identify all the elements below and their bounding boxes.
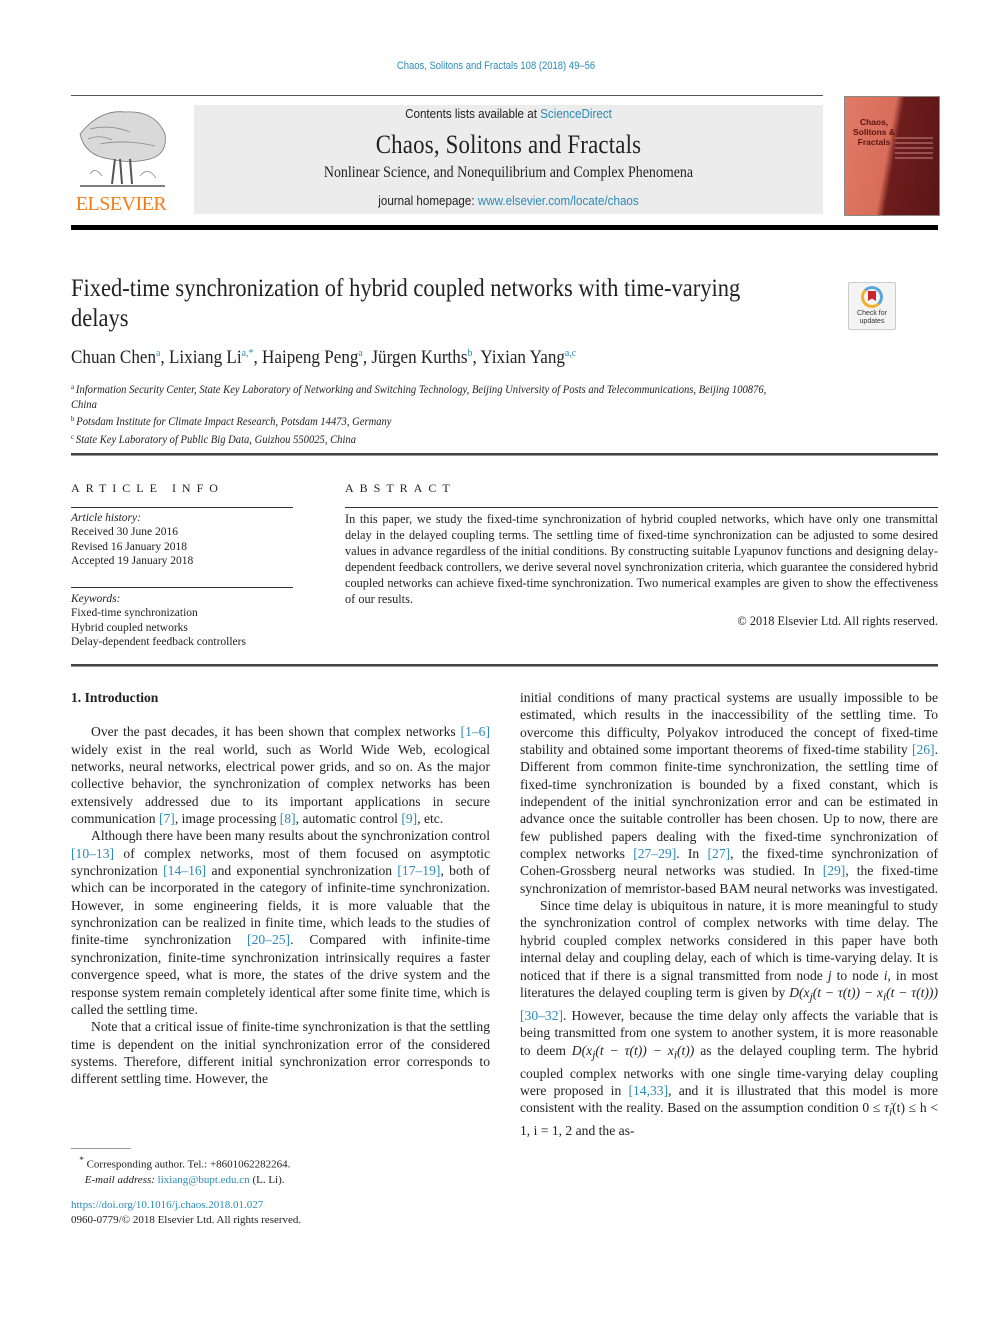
journal-cover-image[interactable]: Chaos, Solitons & Fractals [844,96,940,216]
affiliation: b Potsdam Institute for Climate Impact Re… [71,414,392,428]
citation-link[interactable]: [29] [823,863,846,878]
contents-line: Contents lists available at ScienceDirec… [405,107,612,121]
history-item: Received 30 June 2016 [71,526,178,539]
equation: D(xj(t − τ(t)) − xi(t)) [571,1042,695,1062]
affiliation: c State Key Laboratory of Public Big Data… [71,431,356,446]
equation: D(xj(t − τ(t)) − xi(t − τ(t))) [789,984,938,1004]
bookmark-icon [861,286,883,308]
author[interactable]: Chuan Chena [71,347,160,368]
doi-block: https://doi.org/10.1016/j.chaos.2018.01.… [71,1198,301,1228]
abstract-copyright: © 2018 Elsevier Ltd. All rights reserved… [737,614,938,628]
divider [71,507,293,508]
tree-icon [79,111,166,187]
citation-link[interactable]: [10–13] [71,846,114,861]
body-column-left: 1. Introduction Over the past decades, i… [71,689,490,1088]
history-item: Accepted 19 January 2018 [71,554,194,567]
section-heading: 1. Introduction [71,690,159,705]
journal-subtitle: Nonlinear Science, and Nonequilibrium an… [323,164,694,181]
author[interactable]: Haipeng Penga [262,347,363,368]
keyword: Delay-dependent feedback controllers [71,635,246,648]
article-history: Article history: Received 30 June 2016 R… [71,512,194,567]
journal-masthead: Contents lists available at ScienceDirec… [194,105,823,214]
footnote-rule [71,1148,131,1149]
journal-name: Chaos, Solitons and Fractals [375,130,642,159]
homepage-link[interactable]: www.elsevier.com/locate/chaos [478,194,639,208]
citation-link[interactable]: [1–6] [461,724,490,739]
citation-link[interactable]: [17–19] [397,863,440,878]
section-divider [71,453,938,456]
citation-link[interactable]: [7] [159,811,175,826]
cover-decoration [895,137,933,162]
divider [345,507,938,508]
citation-link[interactable]: [27–29] [633,846,676,861]
citation-link[interactable]: [30–32] [520,1008,563,1023]
footnote: * Corresponding author. Tel.: +860106228… [79,1155,291,1187]
issn-copyright: 0960-0779/© 2018 Elsevier Ltd. All right… [71,1214,302,1226]
keyword: Fixed-time synchronization [71,607,198,620]
article-title: Fixed-time synchronization of hybrid cou… [71,275,741,332]
check-updates-label: Check for updates [857,310,887,325]
section-divider [71,664,938,667]
divider [71,587,293,588]
abstract-text: In this paper, we study the fixed-time s… [345,512,938,607]
history-item: Revised 16 January 2018 [71,540,187,553]
citation-link[interactable]: Chaos, Solitons and Fractals 108 (2018) … [397,60,595,72]
header-top-rule [71,95,823,96]
email-link[interactable]: lixiang@bupt.edu.cn [158,1174,250,1186]
affiliation: a Information Security Center, State Key … [71,382,767,411]
paragraph: Over the past decades, it has been shown… [71,724,490,827]
paragraph: initial conditions of many practical sys… [520,690,939,896]
author[interactable]: Lixiang Lia,* [169,347,253,368]
keyword: Hybrid coupled networks [71,621,188,634]
elsevier-logo[interactable]: ELSEVIER [70,104,172,216]
citation-link[interactable]: [20–25] [247,932,290,947]
journal-homepage: journal homepage: www.elsevier.com/locat… [378,194,639,208]
affiliations: a Information Security Center, State Key … [71,380,770,447]
author-list: Chuan Chena, Lixiang Lia,*, Haipeng Peng… [71,347,577,368]
author[interactable]: Yixian Yanga,c [480,347,576,368]
doi-link[interactable]: https://doi.org/10.1016/j.chaos.2018.01.… [71,1199,263,1211]
paragraph: Note that a critical issue of finite-tim… [71,1019,490,1087]
sciencedirect-link[interactable]: ScienceDirect [540,107,612,121]
keywords: Keywords: Fixed-time synchronization Hyb… [71,593,246,648]
citation-link[interactable]: [8] [280,811,296,826]
abstract-heading: ABSTRACT [345,481,456,495]
paragraph: Since time delay is ubiquitous in nature… [520,898,939,1139]
publisher-name: ELSEVIER [75,193,167,215]
header-bottom-rule [71,225,938,230]
citation-link[interactable]: [14,33] [628,1083,668,1098]
paragraph: Although there have been many results ab… [71,828,490,1017]
citation-link[interactable]: [9] [401,811,417,826]
citation-link[interactable]: [14–16] [163,863,206,878]
journal-citation[interactable]: Chaos, Solitons and Fractals 108 (2018) … [69,60,922,72]
author[interactable]: Jürgen Kurthsb [371,347,472,368]
check-for-updates-button[interactable]: Check for updates [848,282,896,330]
body-column-right: initial conditions of many practical sys… [520,689,938,1140]
article-info-heading: ARTICLE INFO [71,481,224,495]
citation-link[interactable]: [26] [912,742,935,757]
citation-link[interactable]: [27] [708,846,731,861]
cover-title: Chaos, Solitons & Fractals [852,117,896,147]
